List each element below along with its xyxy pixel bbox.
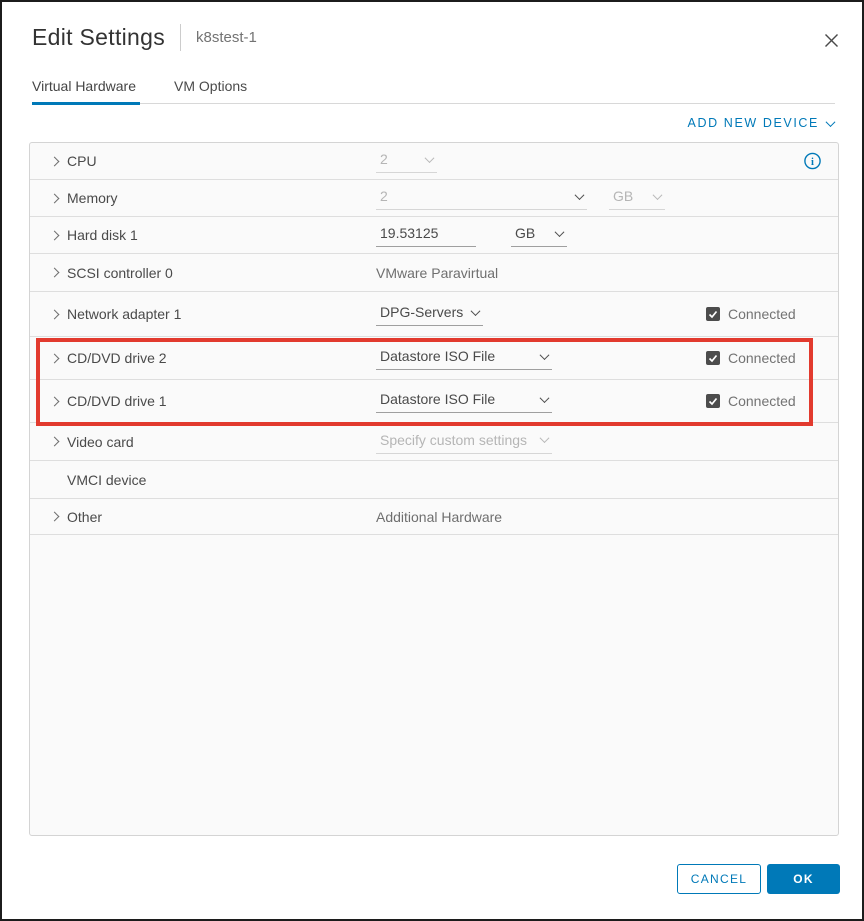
chevron-down-icon bbox=[653, 190, 663, 200]
connected-checkbox[interactable] bbox=[706, 351, 720, 365]
video-settings-select[interactable]: Specify custom settings bbox=[376, 430, 552, 454]
dialog-footer: CANCEL OK bbox=[677, 864, 840, 894]
connected-checkbox[interactable] bbox=[706, 307, 720, 321]
connected-label: Connected bbox=[728, 306, 796, 322]
row-label: Other bbox=[67, 509, 102, 525]
expand-chevron-icon[interactable] bbox=[47, 154, 61, 168]
network-portgroup-select[interactable]: DPG-Servers bbox=[376, 302, 483, 326]
expand-chevron-icon[interactable] bbox=[47, 351, 61, 365]
expand-chevron-icon[interactable] bbox=[47, 394, 61, 408]
row-vmci-device: VMCI device bbox=[30, 461, 838, 499]
cpu-count-select[interactable]: 2 bbox=[376, 149, 437, 173]
row-label: Hard disk 1 bbox=[67, 227, 138, 243]
row-scsi-controller-0: SCSI controller 0 VMware Paravirtual bbox=[30, 254, 838, 292]
row-label: CD/DVD drive 1 bbox=[67, 393, 167, 409]
connected-control: Connected bbox=[706, 350, 796, 366]
close-icon[interactable] bbox=[821, 30, 841, 50]
tab-vm-options[interactable]: VM Options bbox=[174, 78, 251, 103]
dialog-header: Edit Settings k8stest-1 bbox=[32, 24, 257, 51]
add-new-device-button[interactable]: ADD NEW DEVICE bbox=[688, 116, 834, 130]
disk-size-input[interactable] bbox=[380, 225, 472, 241]
row-other: Other Additional Hardware bbox=[30, 499, 838, 535]
row-label: VMCI device bbox=[67, 472, 146, 488]
info-icon[interactable]: i bbox=[803, 152, 822, 171]
row-cddvd-drive-1: CD/DVD drive 1 Datastore ISO File Connec… bbox=[30, 380, 838, 423]
chevron-down-icon bbox=[540, 433, 550, 443]
cancel-button[interactable]: CANCEL bbox=[677, 864, 761, 894]
row-label: Video card bbox=[67, 434, 134, 450]
vm-name: k8stest-1 bbox=[196, 29, 257, 46]
disk-unit-select[interactable]: GB bbox=[511, 223, 567, 247]
header-divider bbox=[180, 24, 181, 51]
row-label: SCSI controller 0 bbox=[67, 265, 173, 281]
expand-chevron-icon[interactable] bbox=[47, 435, 61, 449]
memory-size-combobox[interactable]: 2 bbox=[376, 186, 587, 210]
expand-chevron-icon[interactable] bbox=[47, 307, 61, 321]
ok-button[interactable]: OK bbox=[767, 864, 840, 894]
connected-checkbox[interactable] bbox=[706, 394, 720, 408]
row-label: Network adapter 1 bbox=[67, 306, 181, 322]
row-cddvd-drive-2: CD/DVD drive 2 Datastore ISO File Connec… bbox=[30, 337, 838, 380]
cddvd2-media-select[interactable]: Datastore ISO File bbox=[376, 346, 552, 370]
row-label: CPU bbox=[67, 153, 97, 169]
row-label: Memory bbox=[67, 190, 118, 206]
chevron-down-icon bbox=[425, 153, 435, 163]
expand-chevron-icon[interactable] bbox=[47, 266, 61, 280]
cddvd1-media-select[interactable]: Datastore ISO File bbox=[376, 389, 552, 413]
other-hardware-text: Additional Hardware bbox=[376, 509, 502, 525]
virtual-hardware-table: CPU 2 i Memory 2 bbox=[29, 142, 839, 836]
add-new-device-label: ADD NEW DEVICE bbox=[688, 116, 819, 130]
connected-label: Connected bbox=[728, 393, 796, 409]
disk-size-field bbox=[376, 223, 476, 247]
chevron-down-icon bbox=[575, 190, 585, 200]
expand-chevron-icon[interactable] bbox=[47, 510, 61, 524]
row-label: CD/DVD drive 2 bbox=[67, 350, 167, 366]
memory-unit-select[interactable]: GB bbox=[609, 186, 665, 210]
chevron-down-icon bbox=[471, 306, 481, 316]
chevron-down-icon bbox=[540, 350, 550, 360]
scsi-controller-type: VMware Paravirtual bbox=[376, 265, 498, 281]
row-network-adapter-1: Network adapter 1 DPG-Servers Connected bbox=[30, 292, 838, 337]
connected-control: Connected bbox=[706, 306, 796, 322]
connected-control: Connected bbox=[706, 393, 796, 409]
edit-settings-dialog: Edit Settings k8stest-1 Virtual Hardware… bbox=[0, 0, 864, 921]
chevron-down-icon bbox=[540, 393, 550, 403]
chevron-down-icon bbox=[555, 227, 565, 237]
row-hard-disk-1: Hard disk 1 GB bbox=[30, 217, 838, 254]
dialog-title: Edit Settings bbox=[32, 24, 165, 51]
row-memory: Memory 2 GB bbox=[30, 180, 838, 217]
connected-label: Connected bbox=[728, 350, 796, 366]
expand-chevron-icon[interactable] bbox=[47, 228, 61, 242]
tab-bar: Virtual Hardware VM Options bbox=[32, 78, 835, 104]
row-cpu: CPU 2 i bbox=[30, 143, 838, 180]
chevron-down-icon bbox=[826, 117, 836, 127]
tab-virtual-hardware[interactable]: Virtual Hardware bbox=[32, 78, 140, 105]
table-empty-area bbox=[30, 535, 838, 835]
row-video-card: Video card Specify custom settings bbox=[30, 423, 838, 461]
expand-chevron-icon[interactable] bbox=[47, 191, 61, 205]
svg-text:i: i bbox=[811, 157, 814, 168]
